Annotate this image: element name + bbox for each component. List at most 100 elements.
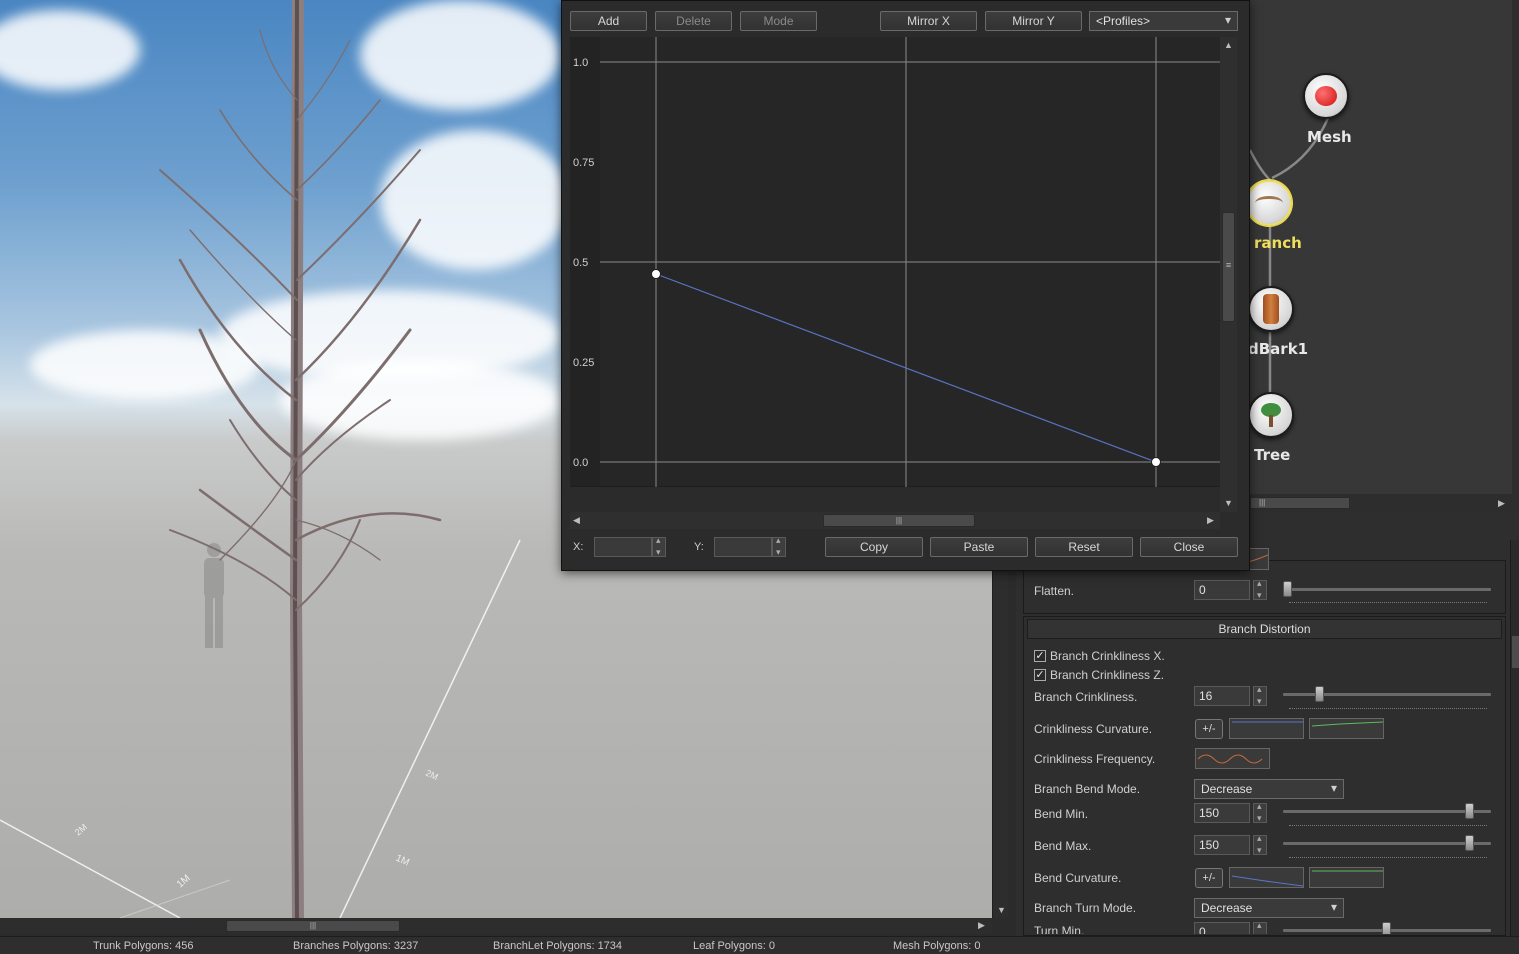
bend-mode-label: Branch Bend Mode. <box>1034 782 1141 796</box>
turn-min-stepper[interactable] <box>1253 922 1267 934</box>
add-button[interactable]: Add <box>570 11 647 31</box>
bend-min-field[interactable]: 150 <box>1194 803 1250 823</box>
scroll-right-arrow-icon[interactable]: ▶ <box>1498 498 1505 509</box>
curve-graph[interactable]: 1.00.750.50.250.00.00.250.50.751.0 <box>570 37 1220 501</box>
mesh-node[interactable] <box>1303 73 1349 119</box>
scroll-right-arrow-icon[interactable]: ▶ <box>978 920 985 931</box>
viewport-horizontal-scrollbar[interactable]: ||| ▶ <box>0 918 992 934</box>
y-coordinate-field[interactable] <box>714 537 772 557</box>
crinkliness-z-checkbox[interactable]: ✓ <box>1034 669 1046 681</box>
graph-hscroll-thumb[interactable]: ||| <box>823 514 975 527</box>
node-label-mesh: Mesh <box>1307 128 1352 146</box>
y-tick-label: 1.0 <box>573 57 588 69</box>
crinkliness-curve-blue[interactable] <box>1229 718 1304 739</box>
y-tick-label: 0.5 <box>573 257 588 269</box>
node-label-branch: ranch <box>1254 234 1302 252</box>
bend-min-stepper[interactable] <box>1253 801 1267 824</box>
profiles-dropdown[interactable]: <Profiles> <box>1089 11 1238 31</box>
flatten-slider-thumb[interactable] <box>1283 581 1292 597</box>
mirror-x-button[interactable]: Mirror X <box>880 11 977 31</box>
scroll-down-arrow-icon[interactable]: ▼ <box>1224 498 1233 508</box>
branch-distortion-header[interactable]: Branch Distortion <box>1027 619 1502 639</box>
graph-vertical-scrollbar[interactable]: ▲ ≡ ▼ <box>1220 37 1237 512</box>
scroll-down-arrow-icon[interactable]: ▼ <box>997 905 1006 915</box>
curve-control-point[interactable] <box>651 269 661 279</box>
crinkliness-slider-thumb[interactable] <box>1315 686 1324 702</box>
crinkliness-stepper[interactable] <box>1253 684 1267 707</box>
mode-button[interactable]: Mode <box>740 11 817 31</box>
x-axis-gutter-edge <box>570 486 1220 487</box>
branches-polygons-count: Branches Polygons: 3237 <box>293 940 419 952</box>
bend-min-slider-thumb[interactable] <box>1465 803 1474 819</box>
branch-node[interactable] <box>1246 180 1292 226</box>
branch-icon <box>1255 196 1283 210</box>
flatten-slider-track[interactable] <box>1283 588 1491 591</box>
bend-max-field[interactable]: 150 <box>1194 835 1250 855</box>
grid-label: 1M <box>394 853 411 869</box>
y-coordinate-stepper[interactable] <box>772 535 786 558</box>
bend-max-stepper[interactable] <box>1253 833 1267 856</box>
branchlet-polygons-count: BranchLet Polygons: 1734 <box>493 940 623 952</box>
delete-button[interactable]: Delete <box>655 11 732 31</box>
crinkliness-label: Branch Crinkliness. <box>1034 690 1138 704</box>
bend-min-slider-track[interactable] <box>1283 810 1491 813</box>
turn-min-slider-thumb[interactable] <box>1382 922 1391 934</box>
scroll-right-arrow-icon[interactable]: ▶ <box>1207 515 1214 526</box>
grid-label: 1M <box>175 873 193 890</box>
viewport-hscroll-thumb[interactable]: ||| <box>226 920 400 932</box>
paste-button[interactable]: Paste <box>930 537 1028 557</box>
crinkliness-frequency-curve[interactable] <box>1195 748 1270 769</box>
mirror-y-button[interactable]: Mirror Y <box>985 11 1082 31</box>
y-tick-label: 0.75 <box>573 157 594 169</box>
turn-min-row-clip: Turn Min. 0 <box>1016 922 1512 934</box>
turn-min-field[interactable]: 0 <box>1194 922 1250 934</box>
graph-horizontal-scrollbar[interactable]: ◀ ||| ▶ <box>570 512 1220 529</box>
node-graph-hscroll-thumb[interactable]: ||| <box>1250 497 1350 509</box>
curve-control-point[interactable] <box>1151 457 1161 467</box>
reset-button[interactable]: Reset <box>1035 537 1133 557</box>
tree-node[interactable] <box>1248 392 1294 438</box>
flatten-slider-ticks <box>1289 601 1487 603</box>
node-graph[interactable]: Mesh ranch dBark1 Tree ||| ▶ <box>1246 0 1512 512</box>
graph-vscroll-thumb[interactable]: ≡ <box>1222 212 1235 322</box>
mesh-polygons-count: Mesh Polygons: 0 <box>893 940 981 952</box>
crinkliness-x-checkbox[interactable]: ✓ <box>1034 650 1046 662</box>
scroll-left-arrow-icon[interactable]: ◀ <box>573 515 580 526</box>
bark-node[interactable] <box>1248 286 1294 332</box>
crinkliness-z-label[interactable]: Branch Crinkliness Z. <box>1050 668 1164 682</box>
copy-button[interactable]: Copy <box>825 537 923 557</box>
bend-curvature-toggle-button[interactable]: +/- <box>1195 868 1223 888</box>
bend-curve-blue[interactable] <box>1229 867 1304 888</box>
y-tick-label: 0.25 <box>573 357 594 369</box>
x-coordinate-field[interactable] <box>594 537 652 557</box>
property-panel-scroll-thumb[interactable] <box>1512 636 1519 668</box>
close-button[interactable]: Close <box>1140 537 1238 557</box>
flatten-field[interactable]: 0 <box>1194 580 1250 600</box>
x-coordinate-label: X: <box>573 541 584 553</box>
tree-icon <box>1259 403 1283 427</box>
node-graph-hscrollbar[interactable]: ||| ▶ <box>1250 494 1512 512</box>
status-bar: Trunk Polygons: 456 Branches Polygons: 3… <box>0 936 1519 954</box>
flatten-stepper[interactable] <box>1253 578 1267 601</box>
bend-max-label: Bend Max. <box>1034 839 1092 853</box>
crinkliness-slider-ticks <box>1289 707 1487 709</box>
curve-graph-canvas[interactable]: 1.00.750.50.250.00.00.250.50.751.0 <box>570 37 1220 501</box>
property-panel-scrollbar[interactable] <box>1510 540 1519 936</box>
bend-mode-dropdown[interactable]: Decrease <box>1194 779 1344 799</box>
scroll-up-arrow-icon[interactable]: ▲ <box>1224 40 1233 50</box>
crinkliness-x-label[interactable]: Branch Crinkliness X. <box>1050 649 1165 663</box>
crinkliness-field[interactable]: 16 <box>1194 686 1250 706</box>
node-label-tree: Tree <box>1254 446 1291 464</box>
bend-max-slider-track[interactable] <box>1283 842 1491 845</box>
trunk-polygons-count: Trunk Polygons: 456 <box>93 940 194 952</box>
crinkliness-curvature-toggle-button[interactable]: +/- <box>1195 719 1223 739</box>
x-coordinate-stepper[interactable] <box>652 535 666 558</box>
node-graph-right-scrollbar[interactable] <box>1512 0 1519 512</box>
grid-label: 2M <box>73 822 89 838</box>
crinkliness-curve-green[interactable] <box>1309 718 1384 739</box>
bend-max-slider-thumb[interactable] <box>1465 835 1474 851</box>
bend-curve-green[interactable] <box>1309 867 1384 888</box>
turn-mode-dropdown[interactable]: Decrease <box>1194 898 1344 918</box>
apple-icon <box>1315 86 1337 106</box>
bend-min-slider-ticks <box>1289 824 1487 826</box>
